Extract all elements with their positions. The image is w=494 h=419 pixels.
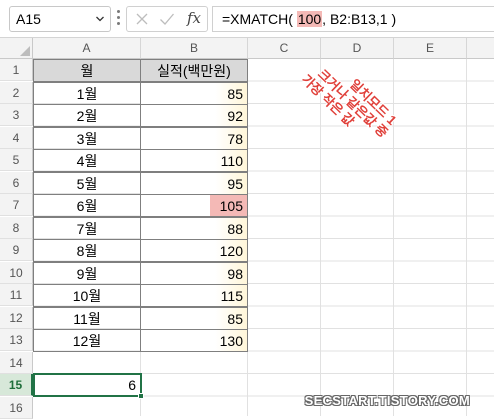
sales-cell-match[interactable]: 105: [140, 194, 248, 217]
row-header-15[interactable]: 15: [0, 374, 33, 396]
select-all-corner[interactable]: [0, 38, 33, 59]
row-header-6[interactable]: 6: [0, 171, 33, 194]
row-header-14[interactable]: 14: [0, 351, 33, 374]
month-cell[interactable]: 6월: [33, 194, 141, 217]
sales-cell[interactable]: 98: [140, 261, 248, 285]
month-cell[interactable]: 7월: [33, 216, 141, 240]
column-header-b[interactable]: B: [141, 38, 248, 59]
column-header-c[interactable]: C: [248, 38, 321, 59]
row-header-11[interactable]: 11: [0, 284, 33, 306]
sales-cell[interactable]: 92: [140, 104, 248, 127]
row-header-4[interactable]: 4: [0, 126, 33, 149]
month-cell[interactable]: 9월: [33, 261, 141, 285]
name-box-value: A15: [16, 11, 41, 27]
row-header-12[interactable]: 12: [0, 306, 33, 329]
row-header-1[interactable]: 1: [0, 59, 33, 81]
month-cell[interactable]: 2월: [33, 104, 141, 127]
cancel-icon[interactable]: [135, 12, 149, 26]
insert-function-icon[interactable]: fx: [187, 9, 201, 27]
row-header-9[interactable]: 9: [0, 239, 33, 261]
more-options-icon[interactable]: [117, 10, 121, 28]
sales-cell[interactable]: 85: [140, 306, 248, 330]
active-cell-a15[interactable]: 6: [33, 373, 144, 399]
row-header-2[interactable]: 2: [0, 81, 33, 104]
formula-suffix: , B2:B13,1 ): [322, 11, 397, 27]
row-header-10[interactable]: 10: [0, 261, 33, 284]
chevron-down-icon[interactable]: [96, 15, 104, 23]
formula-bar: A15 fx =XMATCH( 100, B2:B13,1 ): [0, 0, 494, 38]
row-header-13[interactable]: 13: [0, 329, 33, 351]
month-cell[interactable]: 1월: [33, 81, 141, 105]
row-header-8[interactable]: 8: [0, 216, 33, 239]
column-header-f[interactable]: [467, 38, 494, 59]
sales-cell[interactable]: 110: [140, 149, 248, 172]
select-all-triangle-icon: [20, 46, 30, 56]
column-header-e[interactable]: E: [394, 38, 467, 59]
fill-handle[interactable]: [138, 393, 144, 399]
row-header-16[interactable]: 16: [0, 396, 33, 419]
sales-cell[interactable]: 120: [140, 239, 248, 262]
month-cell[interactable]: 12월: [33, 329, 141, 352]
row-header-7[interactable]: 7: [0, 194, 33, 216]
month-cell[interactable]: 5월: [33, 171, 141, 195]
name-box[interactable]: A15: [9, 6, 111, 32]
result-value: 6: [128, 377, 136, 393]
formula-input[interactable]: =XMATCH( 100, B2:B13,1 ): [212, 6, 494, 32]
formula-lookup-value: 100: [296, 11, 323, 27]
month-cell[interactable]: 4월: [33, 149, 141, 172]
sales-cell[interactable]: 85: [140, 81, 248, 105]
sales-cell[interactable]: 130: [140, 329, 248, 352]
enter-check-icon[interactable]: [159, 12, 175, 26]
month-cell[interactable]: 8월: [33, 239, 141, 262]
sales-cell[interactable]: 95: [140, 171, 248, 195]
watermark: SECSTART.TISTORY.COM: [304, 393, 470, 408]
row-header-3[interactable]: 3: [0, 104, 33, 126]
worksheet-grid[interactable]: A B C D E 1 2 3 4 5 6 7 8 9 10 11 12 13 …: [0, 38, 494, 419]
column-header-a[interactable]: A: [33, 38, 141, 59]
month-cell[interactable]: 3월: [33, 126, 141, 150]
table-header-month[interactable]: 월: [33, 59, 141, 82]
table-header-sales[interactable]: 실적(백만원): [140, 59, 248, 82]
month-cell[interactable]: 10월: [33, 284, 141, 307]
month-cell[interactable]: 11월: [33, 306, 141, 330]
formula-controls: fx: [126, 6, 208, 32]
sales-cell[interactable]: 78: [140, 126, 248, 150]
formula-prefix: =XMATCH(: [222, 11, 297, 27]
sales-cell[interactable]: 115: [140, 284, 248, 307]
sales-cell[interactable]: 88: [140, 216, 248, 240]
row-header-5[interactable]: 5: [0, 149, 33, 171]
